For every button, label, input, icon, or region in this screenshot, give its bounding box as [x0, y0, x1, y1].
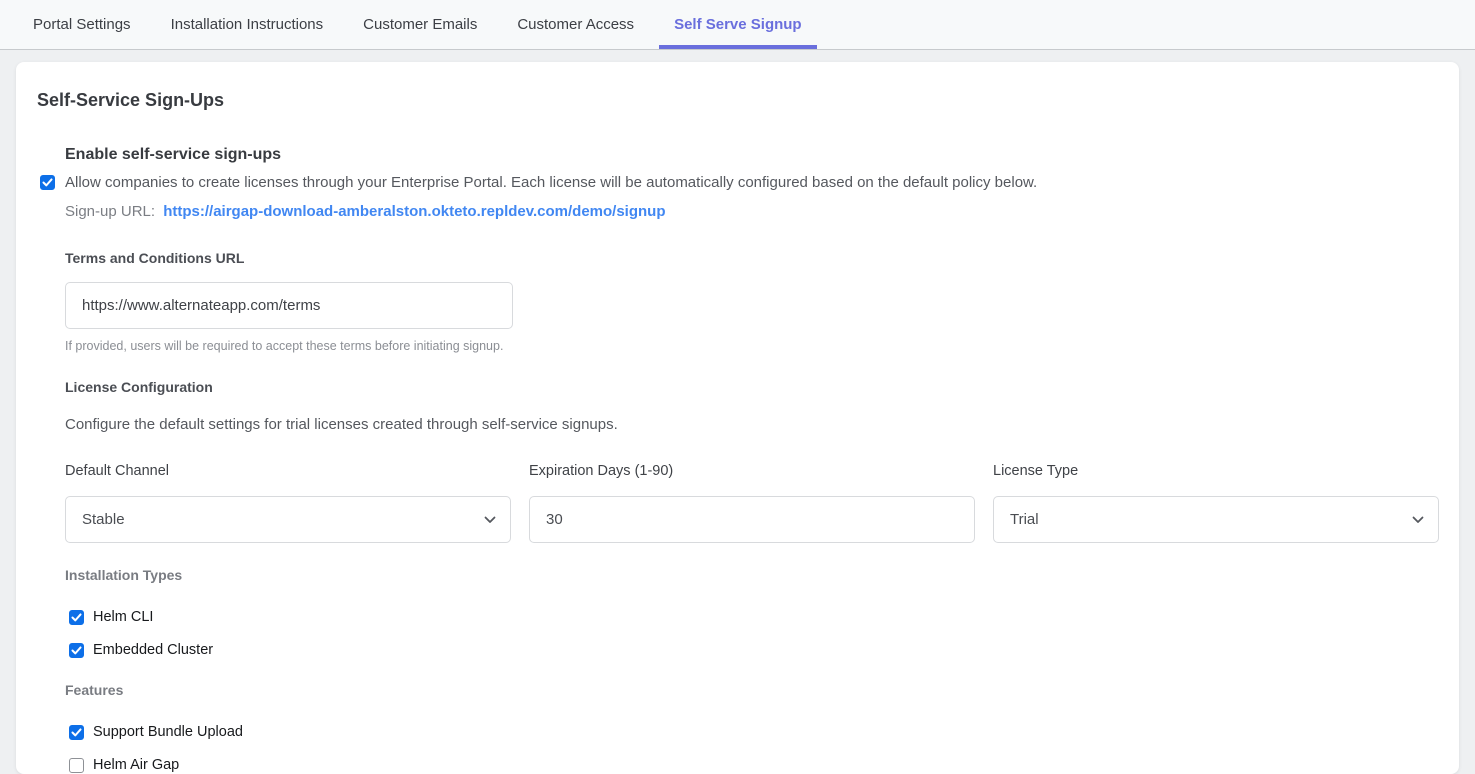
default-channel-field: Default Channel Stable: [65, 463, 511, 543]
signup-url-row: Sign-up URL: https://airgap-download-amb…: [65, 203, 1439, 220]
expiration-days-field: Expiration Days (1-90): [529, 463, 975, 543]
self-service-card: Self-Service Sign-Ups Enable self-servic…: [16, 62, 1459, 774]
license-type-select[interactable]: Trial: [993, 496, 1439, 543]
helm-air-gap-label: Helm Air Gap: [93, 757, 179, 773]
license-configuration-description: Configure the default settings for trial…: [65, 416, 1439, 433]
installation-type-row: Helm CLI: [69, 609, 1439, 625]
signup-settings-form: Terms and Conditions URL If provided, us…: [65, 250, 1439, 773]
enable-signups-description: Allow companies to create licenses throu…: [65, 175, 1037, 190]
tab-installation-instructions[interactable]: Installation Instructions: [156, 0, 339, 49]
feature-row: Helm Air Gap: [69, 757, 1439, 773]
check-icon: [71, 646, 82, 655]
check-icon: [71, 728, 82, 737]
page: Portal Settings Installation Instruction…: [0, 0, 1475, 774]
terms-url-input[interactable]: [65, 282, 513, 329]
tab-customer-emails[interactable]: Customer Emails: [348, 0, 492, 49]
license-fields-row: Default Channel Stable Expiration Da: [65, 463, 1439, 543]
signup-url-label: Sign-up URL:: [65, 203, 155, 220]
terms-url-helper-text: If provided, users will be required to a…: [65, 339, 1439, 353]
terms-url-label: Terms and Conditions URL: [65, 250, 1439, 266]
feature-row: Support Bundle Upload: [69, 724, 1439, 740]
enable-signups-heading: Enable self-service sign-ups: [65, 146, 1439, 164]
installation-types-heading: Installation Types: [65, 567, 1439, 583]
license-configuration-heading: License Configuration: [65, 379, 1439, 395]
expiration-days-input[interactable]: [529, 496, 975, 543]
license-type-field: License Type Trial: [993, 463, 1439, 543]
support-bundle-upload-label: Support Bundle Upload: [93, 724, 243, 740]
license-type-label: License Type: [993, 463, 1439, 479]
embedded-cluster-checkbox[interactable]: [69, 643, 84, 658]
installation-type-row: Embedded Cluster: [69, 642, 1439, 658]
default-channel-select[interactable]: Stable: [65, 496, 511, 543]
enable-signups-row: Allow companies to create licenses throu…: [40, 175, 1439, 190]
tab-customer-access[interactable]: Customer Access: [502, 0, 649, 49]
features-heading: Features: [65, 682, 1439, 698]
check-icon: [42, 178, 53, 187]
tab-self-serve-signup[interactable]: Self Serve Signup: [659, 0, 817, 49]
enable-signups-checkbox[interactable]: [40, 175, 55, 190]
tab-portal-settings[interactable]: Portal Settings: [18, 0, 146, 49]
default-channel-label: Default Channel: [65, 463, 511, 479]
tab-bar: Portal Settings Installation Instruction…: [0, 0, 1475, 50]
signup-url-link[interactable]: https://airgap-download-amberalston.okte…: [163, 203, 665, 220]
embedded-cluster-label: Embedded Cluster: [93, 642, 213, 658]
expiration-days-label: Expiration Days (1-90): [529, 463, 975, 479]
helm-cli-label: Helm CLI: [93, 609, 153, 625]
support-bundle-upload-checkbox[interactable]: [69, 725, 84, 740]
helm-air-gap-checkbox[interactable]: [69, 758, 84, 773]
check-icon: [71, 613, 82, 622]
helm-cli-checkbox[interactable]: [69, 610, 84, 625]
page-title: Self-Service Sign-Ups: [37, 90, 1439, 111]
